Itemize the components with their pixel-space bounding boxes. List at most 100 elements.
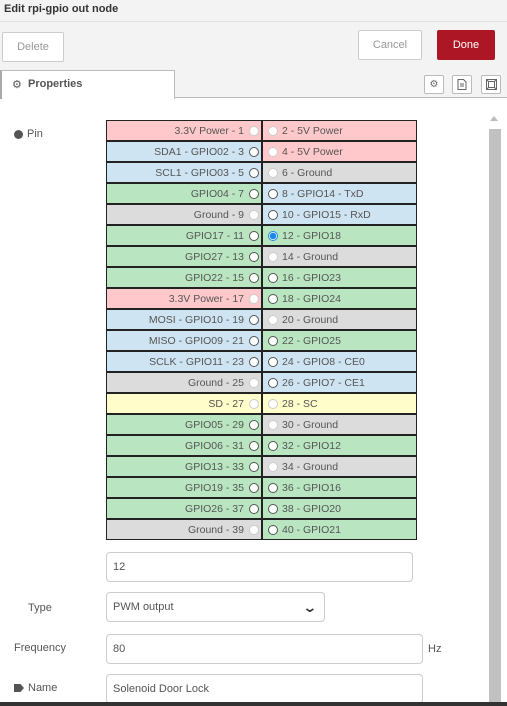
pin-radio[interactable] — [268, 230, 278, 241]
pin-option-label: GPIO26 - 37 — [185, 502, 244, 515]
name-input[interactable]: Solenoid Door Lock — [106, 674, 423, 704]
pin-radio[interactable] — [249, 440, 259, 451]
pin-radio[interactable] — [249, 482, 259, 493]
pin-radio — [249, 524, 259, 535]
pin-radio[interactable] — [249, 188, 259, 199]
pin-option-right[interactable]: 16 - GPIO23 — [262, 267, 417, 288]
scroll-thumb[interactable] — [489, 129, 501, 704]
pin-option-right[interactable]: 32 - GPIO12 — [262, 435, 417, 456]
pin-radio[interactable] — [249, 251, 259, 262]
pin-radio[interactable] — [249, 356, 259, 367]
pin-option-left[interactable]: SCLK - GPIO11 - 23 — [106, 351, 262, 372]
pin-radio — [268, 146, 278, 157]
frequency-input[interactable]: 80 — [106, 634, 423, 664]
type-select[interactable]: PWM output ⌄ — [106, 592, 325, 622]
pin-option-label: 12 - GPIO18 — [282, 229, 341, 242]
pin-radio[interactable] — [249, 335, 259, 346]
pin-option-label: 14 - Ground — [282, 250, 339, 263]
pin-row: GPIO06 - 31 32 - GPIO12 — [106, 435, 417, 456]
settings-gear-icon[interactable]: ⚙ — [424, 75, 444, 94]
pin-option-right[interactable]: 8 - GPIO14 - TxD — [262, 183, 417, 204]
pin-radio[interactable] — [249, 167, 259, 178]
pin-radio[interactable] — [268, 272, 278, 283]
pin-option-label: Ground - 25 — [187, 376, 244, 389]
description-doc-icon[interactable] — [452, 75, 472, 94]
pin-radio[interactable] — [268, 440, 278, 451]
pin-option-left[interactable]: GPIO27 - 13 — [106, 246, 262, 267]
pin-field-label: Pin — [14, 128, 43, 140]
pin-option-left[interactable]: MISO - GPIO09 - 21 — [106, 330, 262, 351]
pin-radio[interactable] — [249, 146, 259, 157]
pin-option-right[interactable]: 38 - GPIO20 — [262, 498, 417, 519]
bottom-edge-bar — [0, 702, 507, 706]
pin-selector-table: 3.3V Power - 1 2 - 5V Power SDA1 - GPIO02 … — [106, 120, 417, 540]
pin-radio[interactable] — [249, 230, 259, 241]
cancel-button[interactable]: Cancel — [358, 30, 422, 60]
pin-radio[interactable] — [249, 461, 259, 472]
frequency-unit: Hz — [428, 643, 442, 655]
pin-radio — [268, 167, 278, 178]
pin-option-left[interactable]: GPIO19 - 35 — [106, 477, 262, 498]
pin-option-left[interactable]: GPIO22 - 15 — [106, 267, 262, 288]
pin-option-label: 2 - 5V Power — [282, 124, 343, 137]
type-label: Type — [28, 602, 52, 614]
pin-radio[interactable] — [268, 293, 278, 304]
pin-option-right[interactable]: 24 - GPIO8 - CE0 — [262, 351, 417, 372]
pin-row: Ground - 39 40 - GPIO21 — [106, 519, 417, 540]
pin-option-left[interactable]: GPIO26 - 37 — [106, 498, 262, 519]
pin-option-label: 8 - GPIO14 - TxD — [282, 187, 364, 200]
edit-node-dialog: Edit rpi-gpio out node Delete Cancel Don… — [0, 0, 507, 706]
pin-option-left[interactable]: GPIO04 - 7 — [106, 183, 262, 204]
chevron-down-icon: ⌄ — [302, 598, 318, 615]
pin-radio[interactable] — [268, 356, 278, 367]
pin-option-left[interactable]: MOSI - GPIO10 - 19 — [106, 309, 262, 330]
pin-option-label: 34 - Ground — [282, 460, 339, 473]
pin-radio[interactable] — [268, 524, 278, 535]
dialog-title-bar: Edit rpi-gpio out node — [0, 0, 507, 22]
tab-properties[interactable]: ⚙ Properties — [0, 70, 175, 99]
pin-radio — [249, 293, 259, 304]
pin-row: Ground - 9 10 - GPIO15 - RxD — [106, 204, 417, 225]
pin-option-right[interactable]: 26 - GPIO7 - CE1 — [262, 372, 417, 393]
pin-radio[interactable] — [249, 314, 259, 325]
pin-option-left[interactable]: SCL1 - GPIO03 - 5 — [106, 162, 262, 183]
pin-number-input[interactable]: 12 — [106, 552, 413, 582]
pin-option-right[interactable]: 40 - GPIO21 — [262, 519, 417, 540]
pin-option-left[interactable]: SDA1 - GPIO02 - 3 — [106, 141, 262, 162]
pin-option-label: SDA1 - GPIO02 - 3 — [154, 145, 244, 158]
pin-option-right[interactable]: 22 - GPIO25 — [262, 330, 417, 351]
pin-radio[interactable] — [249, 272, 259, 283]
pin-radio[interactable] — [268, 335, 278, 346]
pin-option-right[interactable]: 36 - GPIO16 — [262, 477, 417, 498]
pin-option-label: GPIO06 - 31 — [185, 439, 244, 452]
pin-option-right[interactable]: 10 - GPIO15 - RxD — [262, 204, 417, 225]
pin-row: GPIO27 - 13 14 - Ground — [106, 246, 417, 267]
pin-radio[interactable] — [268, 482, 278, 493]
pin-option-label: GPIO13 - 33 — [185, 460, 244, 473]
pin-radio[interactable] — [249, 419, 259, 430]
pin-row: SCLK - GPIO11 - 23 24 - GPIO8 - CE0 — [106, 351, 417, 372]
pin-option-left[interactable]: GPIO13 - 33 — [106, 456, 262, 477]
pin-radio[interactable] — [268, 188, 278, 199]
pin-option-right[interactable]: 12 - GPIO18 — [262, 225, 417, 246]
pin-option-right[interactable]: 18 - GPIO24 — [262, 288, 417, 309]
name-label-text: Name — [28, 682, 58, 694]
pin-row: GPIO17 - 11 12 - GPIO18 — [106, 225, 417, 246]
pin-radio — [268, 461, 278, 472]
scrollbar[interactable] — [488, 112, 502, 704]
pin-radio[interactable] — [249, 503, 259, 514]
pin-option-left[interactable]: GPIO05 - 29 — [106, 414, 262, 435]
done-button[interactable]: Done — [437, 30, 495, 60]
appearance-layout-icon[interactable] — [481, 75, 501, 94]
pin-option-left[interactable]: GPIO06 - 31 — [106, 435, 262, 456]
pin-radio[interactable] — [268, 503, 278, 514]
pin-option-left[interactable]: GPIO17 - 11 — [106, 225, 262, 246]
pin-radio[interactable] — [268, 209, 278, 220]
delete-button[interactable]: Delete — [2, 32, 64, 62]
pin-option-label: Ground - 9 — [193, 208, 244, 221]
pin-radio[interactable] — [268, 377, 278, 388]
pin-option-label: GPIO04 - 7 — [190, 187, 244, 200]
pin-option-label: MOSI - GPIO10 - 19 — [148, 313, 244, 326]
type-select-value: PWM output — [113, 601, 174, 613]
scroll-up-arrow-icon[interactable] — [490, 116, 498, 121]
